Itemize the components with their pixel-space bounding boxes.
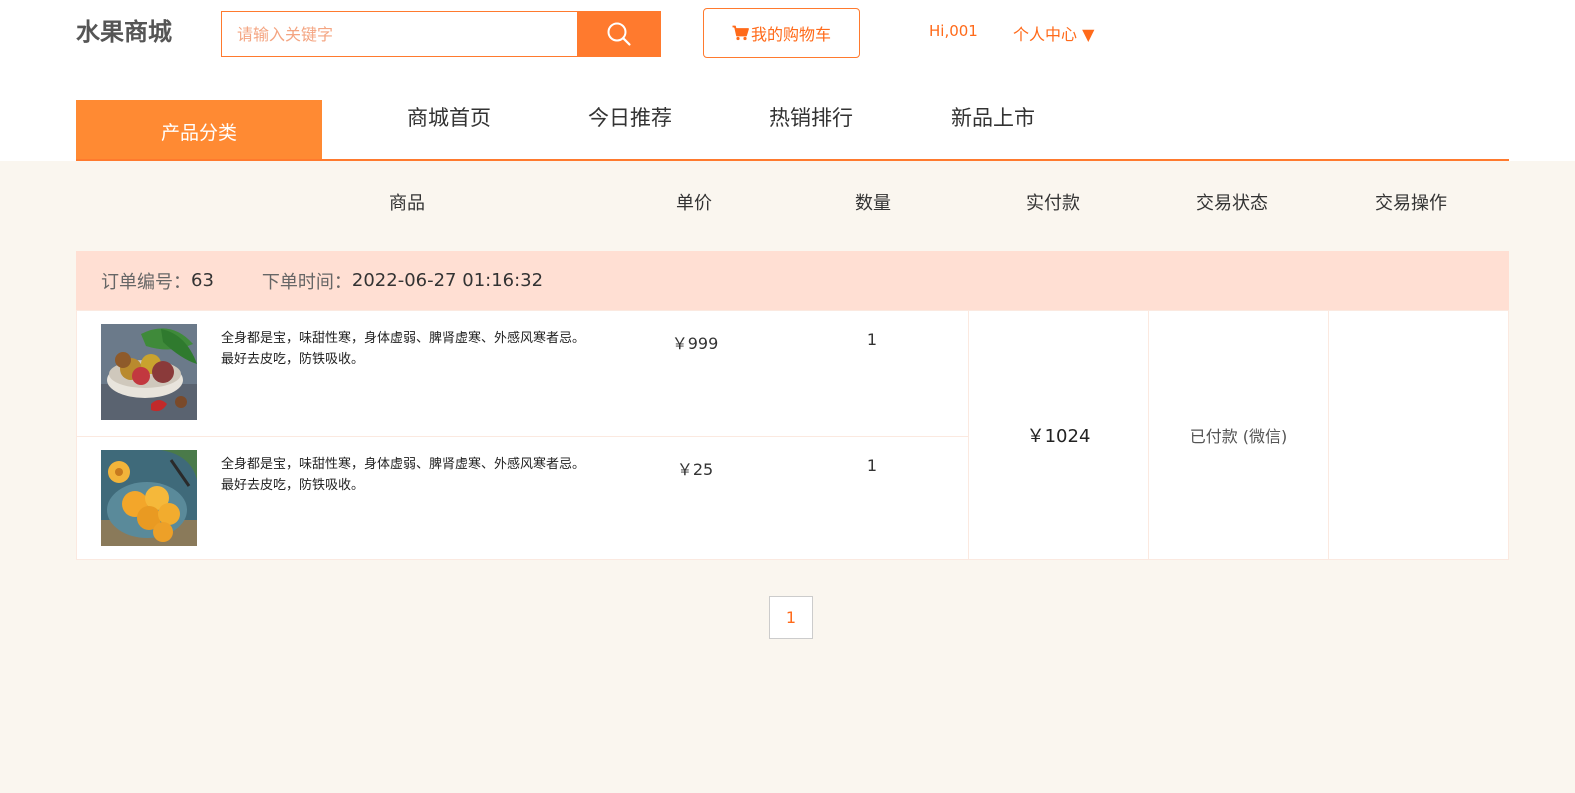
trade-action-cell	[1328, 311, 1508, 559]
main-nav: 产品分类 商城首页 今日推荐 热销排行 新品上市	[76, 100, 1509, 161]
search-button[interactable]	[577, 12, 660, 56]
order-header: 订单编号： 63 下单时间： 2022-06-27 01:16:32	[76, 251, 1509, 310]
product-unit-price: ￥25	[676, 460, 714, 479]
product-quantity: 1	[866, 456, 878, 475]
top-header: 水果商城 我的购物车 Hi,001 个人中心 ▼ 产品分类 商城首页 今日推荐 …	[0, 0, 1575, 161]
site-logo[interactable]: 水果商城	[76, 12, 172, 47]
product-quantity: 1	[866, 330, 878, 349]
nav-item-new-arrivals[interactable]: 新品上市	[951, 102, 1035, 132]
order-id-value: 63	[191, 270, 214, 291]
pagination-page-1[interactable]: 1	[769, 596, 813, 639]
trade-status-cell: 已付款 (微信)	[1148, 311, 1328, 559]
nav-item-home[interactable]: 商城首页	[407, 102, 491, 132]
my-cart-button[interactable]: 我的购物车	[703, 8, 860, 58]
col-header-quantity: 数量	[855, 193, 891, 214]
order-item-row: 全身都是宝，味甜性寒，身体虚弱、脾肾虚寒、外感风寒者忌。最好去皮吃，防铁吸收。 …	[77, 311, 969, 436]
product-unit-price: ￥999	[671, 334, 719, 353]
order-total: ￥1024	[1026, 426, 1091, 447]
col-header-trade-status: 交易状态	[1196, 193, 1268, 214]
order-time-label: 下单时间：	[261, 271, 352, 293]
apricot-fruit-image[interactable]	[101, 450, 197, 546]
user-greeting[interactable]: Hi,001	[929, 22, 978, 40]
order-body: 全身都是宝，味甜性寒，身体虚弱、脾肾虚寒、外感风寒者忌。最好去皮吃，防铁吸收。 …	[76, 310, 1509, 560]
order-status: 已付款 (微信)	[1189, 427, 1288, 446]
cart-label: 我的购物车	[750, 25, 831, 44]
col-header-unit-price: 单价	[676, 193, 712, 214]
plum-fruit-image[interactable]	[101, 324, 197, 420]
search-bar	[221, 11, 661, 57]
shopping-cart-icon	[732, 25, 749, 41]
search-icon	[607, 22, 631, 46]
nav-item-hot-ranking[interactable]: 热销排行	[769, 102, 853, 132]
col-header-trade-action: 交易操作	[1375, 193, 1447, 214]
product-description[interactable]: 全身都是宝，味甜性寒，身体虚弱、脾肾虚寒、外感风寒者忌。最好去皮吃，防铁吸收。	[221, 454, 591, 496]
product-category-button[interactable]: 产品分类	[76, 100, 322, 159]
order-item-row: 全身都是宝，味甜性寒，身体虚弱、脾肾虚寒、外感风寒者忌。最好去皮吃，防铁吸收。 …	[77, 436, 969, 561]
col-header-product: 商品	[389, 193, 425, 214]
product-description[interactable]: 全身都是宝，味甜性寒，身体虚弱、脾肾虚寒、外感风寒者忌。最好去皮吃，防铁吸收。	[221, 328, 591, 370]
nav-item-today-recommend[interactable]: 今日推荐	[588, 102, 672, 132]
col-header-amount-paid: 实付款	[1026, 193, 1080, 214]
search-input[interactable]	[222, 12, 577, 56]
order-time-value: 2022-06-27 01:16:32	[351, 270, 544, 291]
order-table-header: 商品 单价 数量 实付款 交易状态 交易操作	[76, 161, 1509, 241]
order-id-label: 订单编号：	[101, 271, 191, 293]
personal-center-dropdown[interactable]: 个人中心 ▼	[1013, 21, 1094, 45]
amount-paid-cell: ￥1024	[968, 311, 1148, 559]
